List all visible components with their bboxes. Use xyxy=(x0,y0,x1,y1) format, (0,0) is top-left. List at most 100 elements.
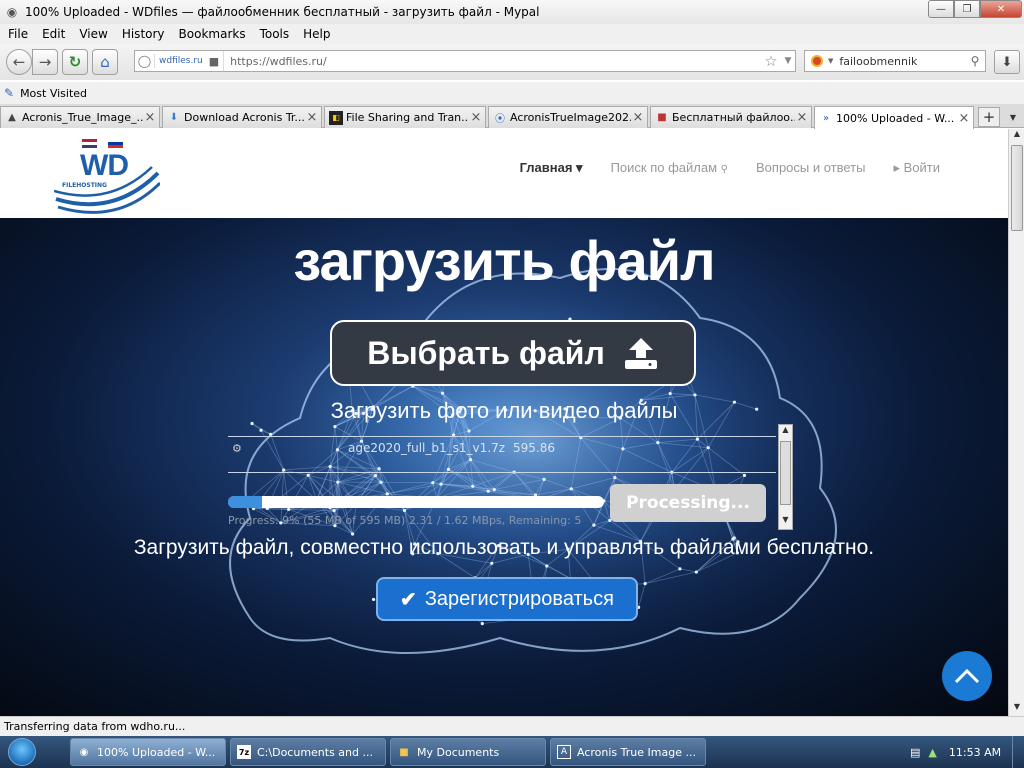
windows-logo-icon xyxy=(8,738,36,766)
bookmarks-toolbar: ✎ Most Visited xyxy=(0,82,1024,104)
menu-file[interactable]: File xyxy=(1,27,35,41)
scroll-down-icon[interactable]: ▼ xyxy=(1009,702,1024,716)
tab-acronis-true-image[interactable]: ▲ Acronis_True_Image_... × xyxy=(0,106,160,128)
maximize-button[interactable]: ❐ xyxy=(954,0,980,18)
choose-file-button[interactable]: Выбрать файл xyxy=(330,320,696,386)
tab-label: Бесплатный файлоо... xyxy=(672,111,795,124)
tab-close-icon[interactable]: × xyxy=(957,111,971,126)
shield-icon[interactable]: ◯ xyxy=(135,54,155,68)
network-node xyxy=(480,622,484,626)
system-tray: ▤ ▲ 11:53 AM xyxy=(902,736,1024,768)
home-button[interactable]: ⌂ xyxy=(92,49,118,75)
upload-icon xyxy=(624,338,657,369)
tab-acronis-true-image-2020[interactable]: ⦿ AcronisTrueImage202... × xyxy=(488,106,648,128)
tab-close-icon[interactable]: × xyxy=(469,110,483,125)
register-button[interactable]: ✔ Зарегистрироваться xyxy=(376,577,638,621)
start-button[interactable] xyxy=(0,736,44,768)
scroll-up-icon[interactable]: ▲ xyxy=(1009,129,1024,143)
reload-button[interactable]: ↻ xyxy=(62,49,88,75)
processing-button[interactable]: Processing... xyxy=(610,484,766,522)
tab-wdfiles-uploaded[interactable]: » 100% Uploaded - W... × xyxy=(814,106,974,129)
folder-icon: ■ xyxy=(399,746,409,758)
status-bar: Transferring data from wdho.ru... xyxy=(0,716,1024,736)
bookmark-most-visited[interactable]: Most Visited xyxy=(20,87,87,100)
nav-file-search-label: Поиск по файлам xyxy=(610,160,718,175)
taskbar-label: C:\Documents and ... xyxy=(257,745,373,759)
tab-label: AcronisTrueImage202... xyxy=(510,111,631,124)
nav-file-search[interactable]: Поиск по файлам ⚲ xyxy=(611,160,728,176)
nav-login[interactable]: ▸ Войти xyxy=(893,160,940,176)
status-text: Transferring data from wdho.ru... xyxy=(4,720,186,733)
navigation-toolbar: ← → ↻ ⌂ ◯ wdfiles.ru ■ https://wdfiles.r… xyxy=(0,44,1024,80)
keyboard-icon[interactable]: ▤ xyxy=(910,746,920,759)
forward-arrow-icon: → xyxy=(38,53,52,71)
tab-file-sharing[interactable]: ◧ File Sharing and Tran... × xyxy=(324,106,486,128)
taskbar-item-7zip[interactable]: 7z C:\Documents and ... xyxy=(230,738,386,766)
network-node xyxy=(693,393,697,397)
search-engine-icon[interactable] xyxy=(808,53,826,69)
menu-edit[interactable]: Edit xyxy=(35,27,72,41)
site-logo[interactable]: WD FILEHOSTING xyxy=(54,137,160,215)
menu-tools[interactable]: Tools xyxy=(253,27,297,41)
browser-icon: ◉ xyxy=(79,746,89,758)
scroll-thumb[interactable] xyxy=(1011,145,1023,231)
choose-file-label: Выбрать файл xyxy=(367,334,605,371)
tab-list-button[interactable]: ▼ xyxy=(1004,107,1022,127)
show-desktop-button[interactable] xyxy=(1012,736,1024,768)
scroll-to-top-button[interactable] xyxy=(942,651,992,701)
url-input[interactable]: https://wdfiles.ru/ xyxy=(224,55,761,68)
site-nav: Главная ▾ Поиск по файлам ⚲ Вопросы и от… xyxy=(520,160,940,176)
forward-button[interactable]: → xyxy=(32,49,58,75)
search-icon[interactable]: ⚲ xyxy=(965,54,985,68)
scroll-up-icon[interactable]: ▲ xyxy=(779,425,792,439)
minimize-button[interactable]: — xyxy=(928,0,954,18)
taskbar-item-my-documents[interactable]: ■ My Documents xyxy=(390,738,546,766)
scroll-thumb[interactable] xyxy=(780,441,791,505)
most-visited-icon: ✎ xyxy=(4,86,15,100)
nav-home[interactable]: Главная ▾ xyxy=(520,160,583,176)
nav-faq[interactable]: Вопросы и ответы xyxy=(756,160,865,176)
upload-file-size: 595.86 xyxy=(513,441,556,455)
menu-bar: File Edit View History Bookmarks Tools H… xyxy=(0,24,1024,44)
download-icon: ⬇ xyxy=(169,112,179,123)
search-input[interactable]: failoobmennik xyxy=(833,55,965,68)
check-icon: ✔ xyxy=(400,588,417,611)
chevron-up-icon xyxy=(954,668,980,684)
mypal-app-icon: ◉ xyxy=(6,5,18,19)
menu-history[interactable]: History xyxy=(115,27,172,41)
scroll-down-icon[interactable]: ▼ xyxy=(779,515,792,529)
site-identity[interactable]: wdfiles.ru ■ xyxy=(155,51,225,71)
tab-close-icon[interactable]: × xyxy=(631,110,645,125)
menu-view[interactable]: View xyxy=(72,27,114,41)
menu-bookmarks[interactable]: Bookmarks xyxy=(172,27,253,41)
url-bar[interactable]: ◯ wdfiles.ru ■ https://wdfiles.ru/ ☆ ▼ xyxy=(134,50,796,72)
page-content: WD FILEHOSTING Главная ▾ Поиск по файлам… xyxy=(0,129,1008,716)
search-bar[interactable]: ▼ failoobmennik ⚲ xyxy=(804,50,986,72)
upload-panel-scrollbar[interactable]: ▲ ▼ xyxy=(778,424,793,530)
windows-taskbar: ◉ 100% Uploaded - W... 7z C:\Documents a… xyxy=(0,736,1024,768)
back-button[interactable]: ← xyxy=(6,49,32,75)
close-button[interactable]: ✕ xyxy=(980,0,1022,18)
tab-free-filehosting[interactable]: ■ Бесплатный файлоо... × xyxy=(650,106,812,128)
file-icon: ⚙ xyxy=(232,441,242,455)
tab-close-icon[interactable]: × xyxy=(795,110,809,125)
new-tab-button[interactable]: + xyxy=(978,107,1000,127)
tab-close-icon[interactable]: × xyxy=(305,110,319,125)
site-badge-text: wdfiles.ru xyxy=(159,56,203,66)
tab-label: Download Acronis Tr... xyxy=(184,111,305,124)
bookmark-star-icon[interactable]: ☆ xyxy=(761,52,781,70)
taskbar-item-acronis[interactable]: A Acronis True Image ... xyxy=(550,738,706,766)
upload-progress-bar xyxy=(228,496,604,508)
tab-download-acronis[interactable]: ⬇ Download Acronis Tr... × xyxy=(162,106,322,128)
network-icon[interactable]: ▲ xyxy=(928,746,936,759)
page-scrollbar[interactable]: ▲ ▼ xyxy=(1008,129,1024,716)
acronis-blue-icon: ⦿ xyxy=(495,114,505,125)
taskbar-item-browser[interactable]: ◉ 100% Uploaded - W... xyxy=(70,738,226,766)
tab-strip: ▲ Acronis_True_Image_... × ⬇ Download Ac… xyxy=(0,104,1024,129)
chevron-down-icon: ▼ xyxy=(1009,112,1017,122)
menu-help[interactable]: Help xyxy=(296,27,337,41)
downloads-button[interactable]: ⬇ xyxy=(994,50,1020,74)
clock[interactable]: 11:53 AM xyxy=(949,746,1001,759)
tab-close-icon[interactable]: × xyxy=(143,110,157,125)
url-dropdown-icon[interactable]: ▼ xyxy=(781,56,795,66)
